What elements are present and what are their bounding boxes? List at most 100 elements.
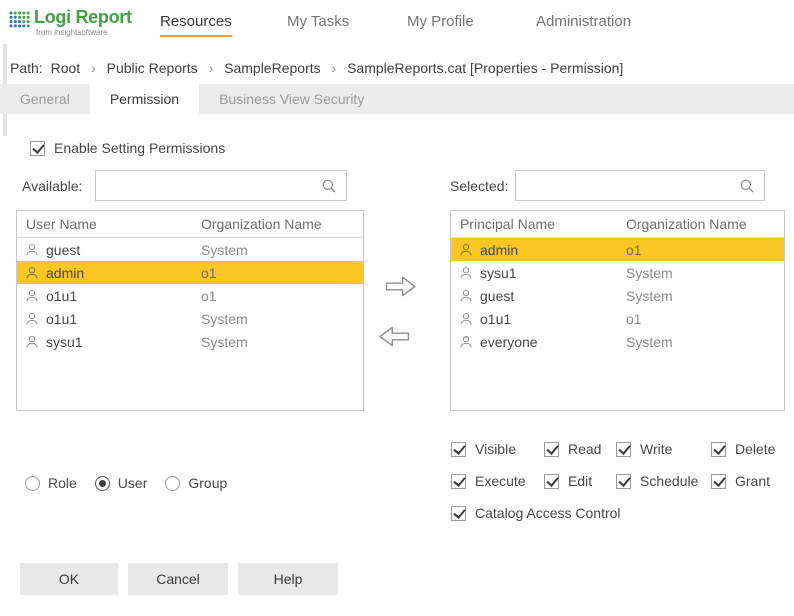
user-name: sysu1 (46, 333, 83, 350)
radio-group[interactable]: Group (165, 475, 227, 491)
nav-item-administration[interactable]: Administration (536, 13, 631, 35)
selected-row-guest[interactable]: guest System (451, 284, 784, 307)
selected-row-sysu1[interactable]: sysu1 System (451, 261, 784, 284)
available-label: Available: (22, 178, 83, 194)
radio-role-label: Role (48, 475, 77, 491)
tab-general[interactable]: General (0, 84, 90, 114)
checkbox-label: Visible (475, 441, 516, 457)
cancel-button[interactable]: Cancel (128, 563, 228, 595)
check-icon (451, 441, 466, 457)
checkbox-write[interactable]: Write (616, 441, 672, 457)
principal-name: guest (480, 287, 515, 304)
checkbox-label: Delete (735, 441, 776, 457)
org-name: o1 (201, 287, 217, 304)
tab-permission[interactable]: Permission (89, 84, 200, 114)
ok-button[interactable]: OK (20, 563, 118, 595)
checkbox-catalog-access-control[interactable]: Catalog Access Control (451, 505, 621, 521)
brand-logo: Logi Report from insightsoftware (8, 7, 132, 37)
user-icon (25, 335, 39, 349)
available-search-input[interactable] (96, 171, 321, 200)
checkbox-label: Catalog Access Control (475, 505, 621, 521)
selected-row-admin[interactable]: admin o1 (451, 238, 784, 261)
crumb-public-reports[interactable]: Public Reports (107, 60, 198, 76)
crumb-current-file: SampleReports.cat [Properties - Permissi… (347, 60, 624, 76)
check-icon (451, 473, 466, 489)
user-icon (25, 266, 39, 280)
user-name: admin (46, 264, 85, 281)
principal-name: everyone (480, 333, 538, 350)
check-icon (451, 505, 466, 521)
everyone-icon (459, 335, 473, 349)
check-icon (616, 473, 631, 489)
breadcrumb-separator: › (208, 60, 214, 76)
radio-user[interactable]: User (94, 475, 147, 491)
selected-row-o1u1[interactable]: o1u1 o1 (451, 307, 784, 330)
checkbox-execute[interactable]: Execute (451, 473, 526, 489)
nav-item-resources[interactable]: Resources (160, 13, 232, 37)
principal-type-radios: Role User Group (25, 475, 227, 491)
check-icon (30, 140, 45, 156)
tab-business-view-security[interactable]: Business View Security (199, 84, 384, 114)
user-icon (459, 289, 473, 303)
radio-group-label: Group (188, 475, 228, 491)
checkbox-schedule[interactable]: Schedule (616, 473, 698, 489)
available-search-box (95, 170, 347, 201)
user-icon (25, 289, 39, 303)
checkbox-label: Write (640, 441, 673, 457)
org-name: o1 (201, 264, 217, 281)
checkbox-label: Read (568, 441, 602, 457)
logo-dots-icon (8, 10, 30, 33)
user-icon (25, 312, 39, 326)
radio-role[interactable]: Role (25, 475, 77, 491)
checkbox-visible[interactable]: Visible (451, 441, 516, 457)
radio-icon (25, 475, 40, 491)
brand-tagline: from insightsoftware (36, 28, 108, 37)
available-row-o1u1-system[interactable]: o1u1 System (17, 307, 363, 330)
checkbox-read[interactable]: Read (544, 441, 601, 457)
check-icon (544, 473, 559, 489)
column-header-user-name: User Name (26, 216, 97, 232)
available-row-sysu1[interactable]: sysu1 System (17, 330, 363, 353)
user-icon (459, 243, 473, 257)
column-header-organization-name: Organization Name (626, 216, 747, 232)
help-button[interactable]: Help (238, 563, 338, 595)
org-name: o1 (626, 310, 642, 327)
selected-search-input[interactable] (516, 171, 739, 200)
org-name: System (626, 333, 673, 350)
arrow-right-icon (384, 274, 418, 302)
check-icon (544, 441, 559, 457)
checkbox-delete[interactable]: Delete (711, 441, 775, 457)
selected-row-everyone[interactable]: everyone System (451, 330, 784, 353)
checkbox-grant[interactable]: Grant (711, 473, 770, 489)
column-header-organization-name: Organization Name (201, 216, 322, 232)
move-right-button[interactable] (384, 274, 418, 302)
available-row-guest[interactable]: guest System (17, 238, 363, 261)
org-name: System (626, 287, 673, 304)
move-left-button[interactable] (377, 324, 411, 352)
properties-tabbar: General Permission Business View Securit… (0, 84, 794, 114)
breadcrumb-separator: › (91, 60, 96, 76)
user-name: o1u1 (46, 310, 78, 327)
check-icon (616, 441, 631, 457)
enable-permissions-checkbox[interactable]: Enable Setting Permissions (30, 140, 225, 156)
radio-selected-icon (94, 475, 110, 491)
principal-name: sysu1 (480, 264, 517, 281)
available-table-header: User Name Organization Name (17, 211, 363, 238)
crumb-samplereports[interactable]: SampleReports (224, 60, 321, 76)
crumb-root[interactable]: Root (51, 60, 81, 76)
nav-item-my-tasks[interactable]: My Tasks (287, 13, 349, 35)
arrow-left-icon (377, 324, 411, 352)
user-icon (459, 312, 473, 326)
org-name: System (201, 333, 248, 350)
top-nav: Logi Report from insightsoftware Resourc… (0, 0, 794, 50)
available-row-o1u1[interactable]: o1u1 o1 (17, 284, 363, 307)
selected-search-box (515, 170, 765, 201)
breadcrumb-prefix: Path: (10, 60, 43, 76)
user-name: o1u1 (46, 287, 78, 304)
available-row-admin[interactable]: admin o1 (17, 261, 363, 284)
nav-item-my-profile[interactable]: My Profile (407, 13, 474, 35)
selected-table-header: Principal Name Organization Name (451, 211, 784, 238)
checkbox-edit[interactable]: Edit (544, 473, 592, 489)
principal-name: admin (480, 241, 519, 258)
radio-icon (165, 475, 181, 491)
